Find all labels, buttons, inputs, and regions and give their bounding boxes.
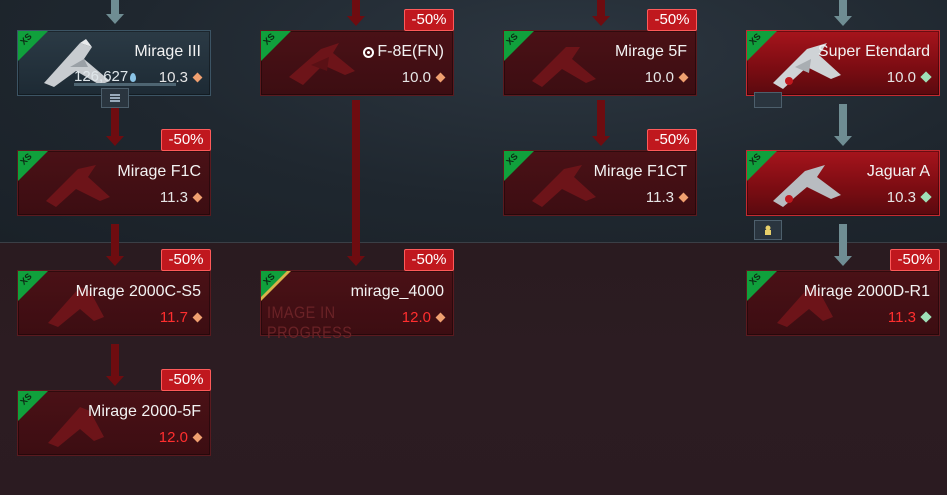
aircraft-icon: [289, 43, 355, 85]
tree-arrow: [834, 104, 852, 146]
battle-rating: 11.7: [159, 309, 188, 326]
discount-badge: -50%: [890, 249, 940, 271]
rank-diamond-icon: [192, 72, 203, 83]
vehicle-card-jaguar-a[interactable]: XS Jaguar A 10.3: [746, 150, 940, 216]
vehicle-card-mirage-5f[interactable]: XS Mirage 5F 10.0: [503, 30, 697, 96]
aircraft-icon: [46, 165, 110, 207]
rank-diamond-icon: [192, 312, 203, 323]
list-icon: [110, 94, 120, 102]
crew-slot-badge[interactable]: [754, 92, 782, 108]
rank-diamond-icon: [435, 72, 446, 83]
vehicle-card-mirage-2000c-s5[interactable]: XS Mirage 2000C-S5 11.7: [17, 270, 211, 336]
vehicle-card-mirage-2000-5f[interactable]: XS Mirage 2000-5F 12.0: [17, 390, 211, 456]
battle-rating: 11.3: [159, 189, 188, 206]
vehicle-card-mirage-f1ct[interactable]: XS Mirage F1CT 11.3: [503, 150, 697, 216]
discount-badge: -50%: [404, 249, 454, 271]
rank-diamond-icon: [435, 312, 446, 323]
discount-badge: -50%: [404, 9, 454, 31]
vehicle-card-super-etendard[interactable]: XS Super Etendard 10.0: [746, 30, 940, 96]
vehicle-card-mirage-4000[interactable]: XS IMAGE IN PROGRESS mirage_4000 12.0: [260, 270, 454, 342]
discount-badge: -50%: [647, 9, 697, 31]
tree-arrow: [592, 100, 610, 146]
battle-rating: 10.3: [886, 189, 916, 206]
research-points-icon: [130, 73, 137, 82]
tree-arrow: [106, 224, 124, 266]
battle-rating: 10.3: [158, 69, 188, 86]
battle-rating: 11.3: [645, 189, 674, 206]
discount-badge: -50%: [647, 129, 697, 151]
aircraft-icon: [532, 47, 596, 87]
rank-diamond-icon: [678, 192, 689, 203]
discount-badge: -50%: [161, 249, 211, 271]
rank-diamond-icon: [920, 71, 932, 83]
crew-icon: [765, 225, 771, 235]
rank-diamond-icon: [192, 432, 203, 443]
vehicle-card-mirage-2000d-r1[interactable]: XS Mirage 2000D-R1 11.3: [746, 270, 940, 336]
tree-arrow-head: [106, 0, 124, 24]
vehicle-card-mirage-f1c[interactable]: XS Mirage F1C 11.3: [17, 150, 211, 216]
battle-rating: 11.3: [887, 309, 916, 326]
rank-divider: [0, 242, 947, 243]
tree-arrow: [834, 0, 852, 26]
battle-rating: 10.0: [644, 69, 674, 86]
battle-rating: 10.0: [886, 69, 916, 86]
tree-arrow: [592, 0, 610, 26]
rank-diamond-icon: [920, 191, 932, 203]
discount-badge: -50%: [161, 129, 211, 151]
discount-badge: -50%: [161, 369, 211, 391]
battle-rating: 10.0: [401, 69, 431, 86]
tree-arrow: [834, 224, 852, 266]
tree-arrow: [347, 100, 365, 266]
tree-arrow: [106, 108, 124, 146]
vehicle-card-mirage-iii[interactable]: XS Mirage III 126,627 10.3: [17, 30, 211, 96]
tree-arrow: [106, 344, 124, 386]
aircraft-icon: [773, 165, 841, 207]
target-icon: [363, 47, 375, 58]
crew-slot-badge[interactable]: [754, 220, 782, 240]
rank-diamond-icon: [192, 192, 203, 203]
battle-rating: 12.0: [158, 429, 188, 446]
crew-slot-badge[interactable]: [101, 88, 129, 108]
tree-arrow: [347, 0, 365, 26]
rank-diamond-icon: [920, 311, 932, 323]
vehicle-card-f-8e-fn[interactable]: XS F-8E(FN) 10.0: [260, 30, 454, 96]
rank-diamond-icon: [678, 72, 689, 83]
battle-rating: 12.0: [401, 309, 431, 326]
